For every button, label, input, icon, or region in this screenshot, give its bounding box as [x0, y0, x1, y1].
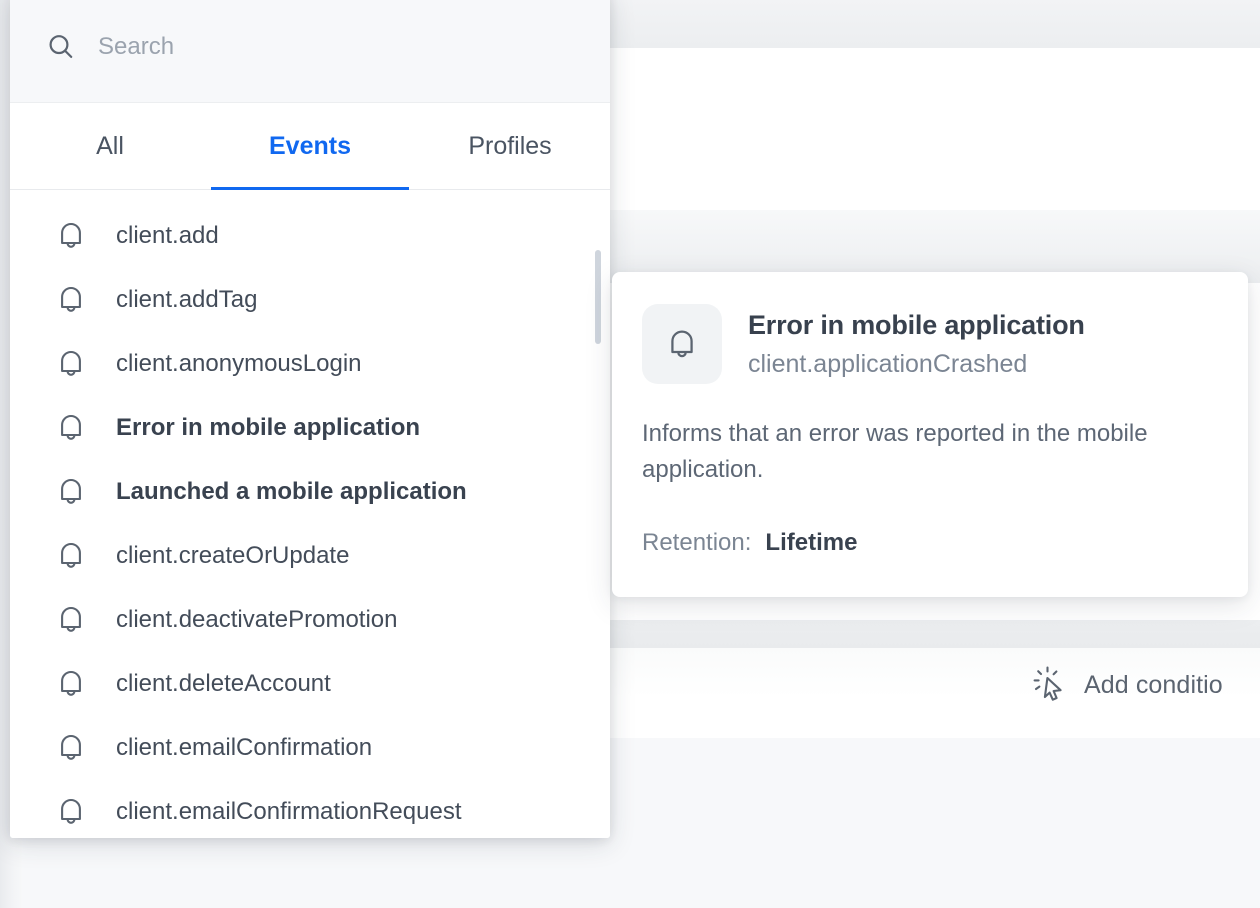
list-item-label: client.anonymousLogin: [116, 350, 362, 378]
list-item[interactable]: client.deleteAccount: [10, 652, 610, 716]
detail-retention-row: Retention: Lifetime: [642, 529, 1218, 557]
list-item[interactable]: client.add: [10, 204, 610, 268]
detail-description: Informs that an error was reported in th…: [642, 416, 1187, 487]
list-item[interactable]: client.emailConfirmation: [10, 716, 610, 780]
detail-header-text: Error in mobile application client.appli…: [748, 304, 1085, 380]
bell-icon: [58, 285, 84, 315]
search-header: [10, 0, 610, 103]
bell-icon: [58, 541, 84, 571]
list-item-label: Error in mobile application: [116, 414, 420, 442]
list-item[interactable]: client.createOrUpdate: [10, 524, 610, 588]
list-item[interactable]: client.emailConfirmationRequest: [10, 780, 610, 838]
list-item[interactable]: client.addTag: [10, 268, 610, 332]
list-item[interactable]: Error in mobile application: [10, 396, 610, 460]
bell-icon: [58, 797, 84, 827]
search-icon: [46, 32, 76, 62]
tab-profiles[interactable]: Profiles: [410, 103, 610, 189]
list-item-label: Launched a mobile application: [116, 478, 467, 506]
search-input[interactable]: [98, 33, 574, 61]
event-detail-card: Error in mobile application client.appli…: [612, 272, 1248, 597]
bell-icon: [58, 733, 84, 763]
cursor-click-icon: [1030, 665, 1070, 705]
add-condition-button[interactable]: Add conditio: [1030, 665, 1223, 705]
detail-subtitle: client.applicationCrashed: [748, 348, 1085, 381]
bell-icon: [58, 605, 84, 635]
list-item-label: client.deleteAccount: [116, 670, 331, 698]
list-scrollbar[interactable]: [595, 190, 601, 838]
detail-header: Error in mobile application client.appli…: [642, 304, 1218, 384]
tab-profiles-label: Profiles: [468, 132, 551, 161]
scrollbar-thumb[interactable]: [595, 250, 601, 344]
bell-icon: [58, 413, 84, 443]
bell-icon: [58, 349, 84, 379]
retention-value: Lifetime: [765, 529, 857, 557]
detail-icon-container: [642, 304, 722, 384]
list-item-label: client.add: [116, 222, 219, 250]
tab-bar: All Events Profiles: [10, 103, 610, 190]
tab-all[interactable]: All: [10, 103, 210, 189]
event-list[interactable]: client.add client.addTag client.anonymou…: [10, 190, 610, 838]
tab-all-label: All: [96, 132, 124, 161]
bell-icon: [58, 477, 84, 507]
tab-events-label: Events: [269, 132, 351, 161]
bell-icon: [58, 669, 84, 699]
list-item-label: client.deactivatePromotion: [116, 606, 397, 634]
list-item[interactable]: Launched a mobile application: [10, 460, 610, 524]
list-item-label: client.emailConfirmation: [116, 734, 372, 762]
list-item-label: client.emailConfirmationRequest: [116, 798, 462, 826]
bell-icon: [668, 328, 696, 361]
list-item-label: client.addTag: [116, 286, 257, 314]
retention-label: Retention:: [642, 529, 751, 557]
event-picker-dropdown: All Events Profiles client.add client.ad…: [10, 0, 610, 838]
list-item-label: client.createOrUpdate: [116, 542, 349, 570]
detail-title: Error in mobile application: [748, 308, 1085, 343]
list-item[interactable]: client.anonymousLogin: [10, 332, 610, 396]
list-item[interactable]: client.deactivatePromotion: [10, 588, 610, 652]
bell-icon: [58, 221, 84, 251]
add-condition-label: Add conditio: [1084, 671, 1223, 700]
tab-events[interactable]: Events: [210, 103, 410, 189]
